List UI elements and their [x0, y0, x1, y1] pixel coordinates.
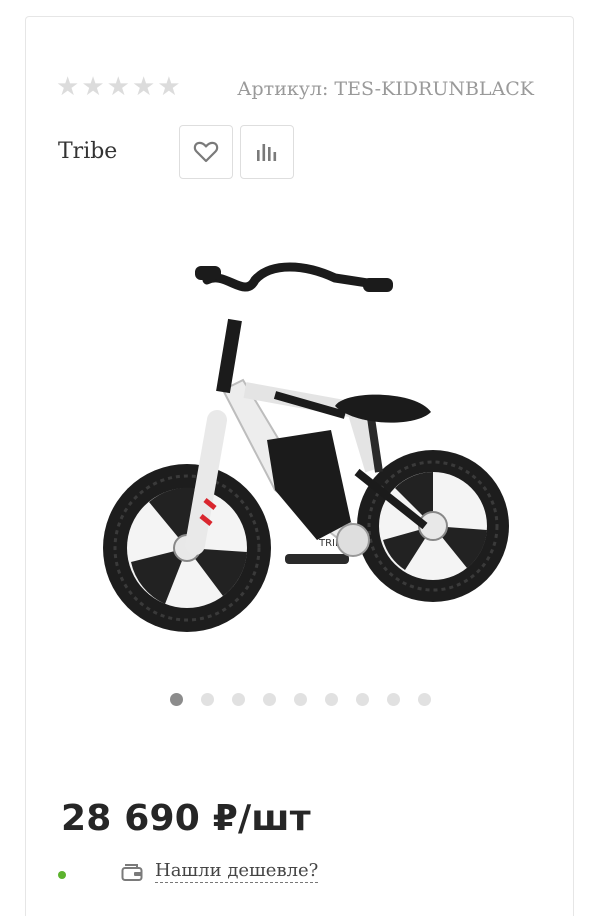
heart-icon [193, 141, 219, 163]
star-icon[interactable]: ★ [157, 74, 180, 100]
product-price: 28 690 ₽/шт [61, 798, 311, 839]
product-image[interactable]: TRIBE [95, 240, 515, 660]
brand-name[interactable]: Tribe [58, 139, 117, 164]
star-icon[interactable]: ★ [56, 74, 79, 100]
bar-chart-icon [257, 144, 277, 161]
compare-button[interactable] [240, 125, 294, 179]
sku-label: Артикул: TES-KIDRUNBLACK [237, 78, 534, 100]
pagination-dot[interactable] [294, 693, 307, 706]
star-icon[interactable]: ★ [132, 74, 155, 100]
pagination-dot[interactable] [325, 693, 338, 706]
image-pagination [170, 693, 431, 706]
star-icon[interactable]: ★ [81, 74, 104, 100]
pagination-dot[interactable] [387, 693, 400, 706]
pagination-dot[interactable] [232, 693, 245, 706]
pagination-dot[interactable] [418, 693, 431, 706]
pagination-dot[interactable] [201, 693, 214, 706]
wallet-icon [121, 863, 143, 881]
stock-indicator [58, 871, 66, 879]
balance-bike-image: TRIBE [103, 262, 509, 632]
star-icon[interactable]: ★ [107, 74, 130, 100]
wishlist-button[interactable] [179, 125, 233, 179]
find-cheaper-label[interactable]: Нашли дешевле? [155, 860, 319, 883]
pagination-dot[interactable] [356, 693, 369, 706]
rating-stars[interactable]: ★ ★ ★ ★ ★ [56, 74, 181, 100]
pagination-dot[interactable] [170, 693, 183, 706]
find-cheaper-link[interactable]: Нашли дешевле? [121, 860, 319, 883]
pagination-dot[interactable] [263, 693, 276, 706]
